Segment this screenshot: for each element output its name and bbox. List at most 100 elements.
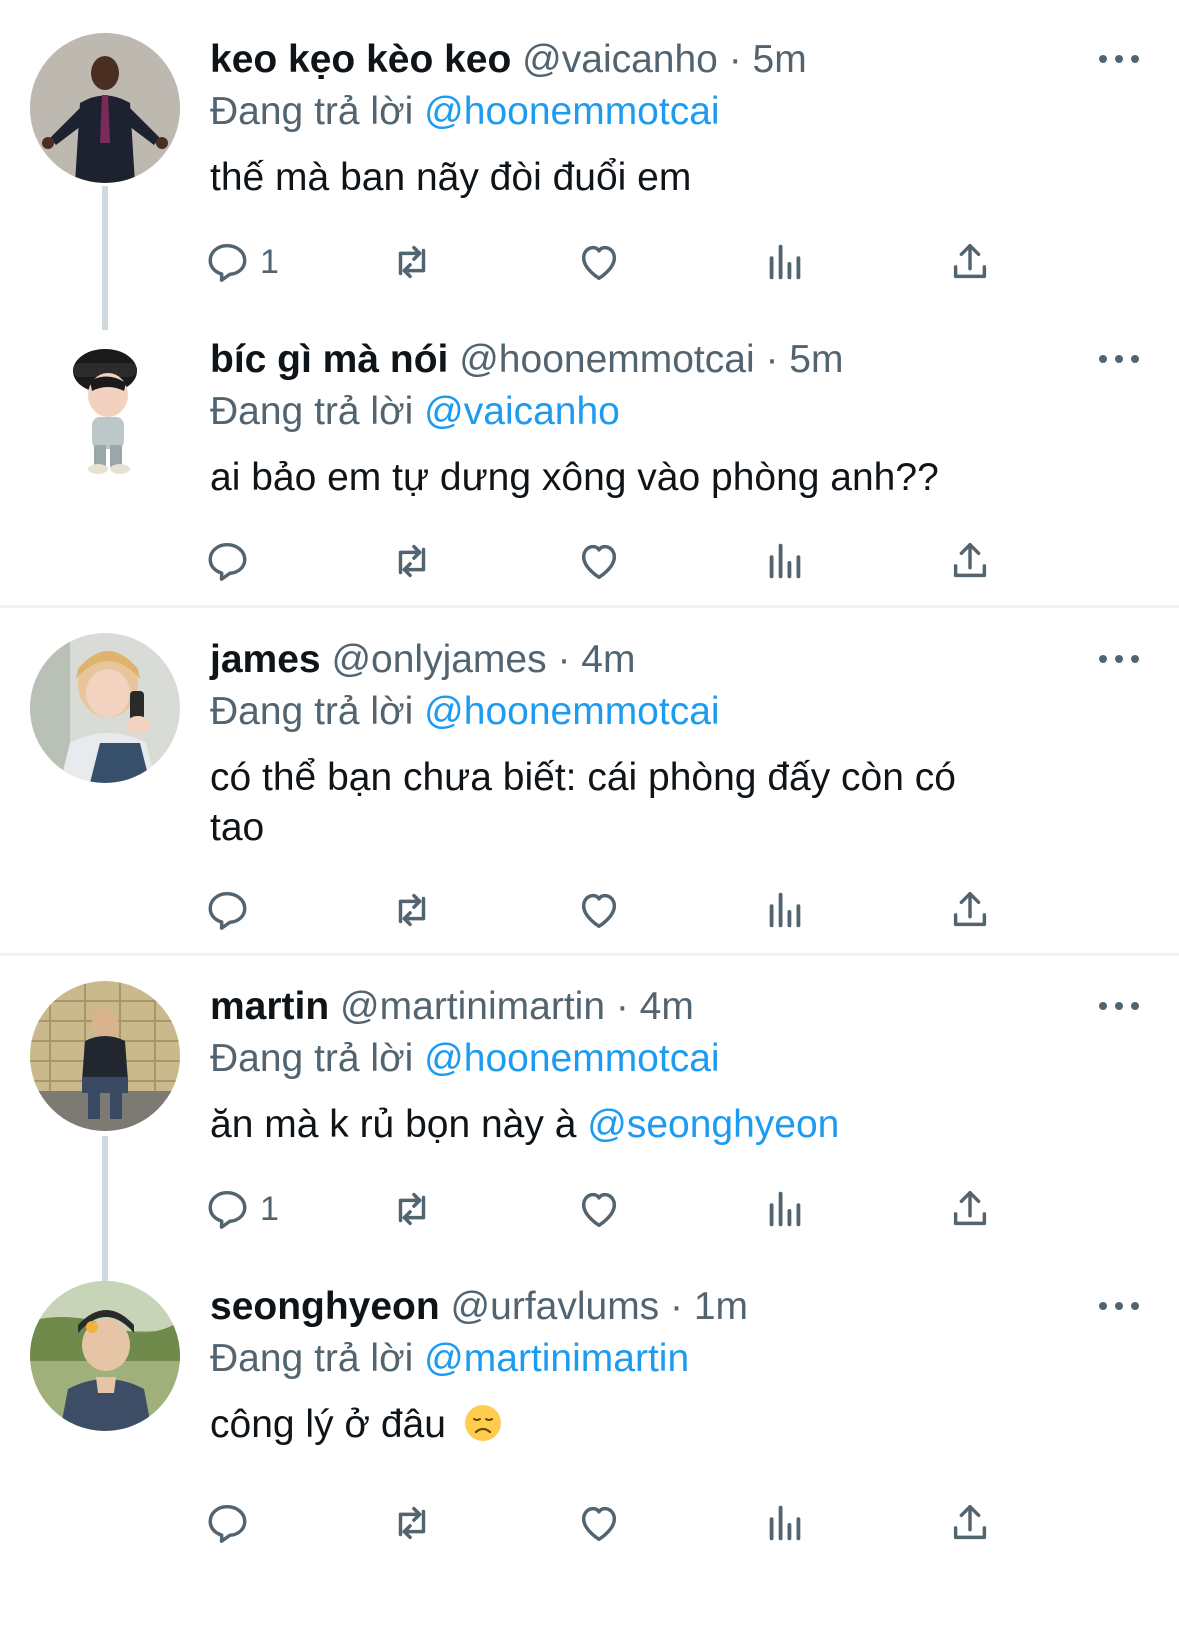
share-icon bbox=[947, 1186, 993, 1232]
display-name[interactable]: seonghyeon bbox=[210, 1285, 440, 1328]
share-icon bbox=[947, 239, 993, 285]
replying-to: Đang trả lời @hoonemmotcai bbox=[210, 687, 1139, 737]
share-button[interactable] bbox=[947, 1498, 993, 1548]
reply-button[interactable] bbox=[204, 1498, 260, 1548]
replying-to: Đang trả lời @martinimartin bbox=[210, 1334, 1139, 1384]
timestamp[interactable]: · 1m bbox=[670, 1285, 748, 1328]
tweet-text-mention[interactable]: @seonghyeon bbox=[587, 1103, 839, 1146]
views-button[interactable] bbox=[762, 1184, 808, 1234]
tweet-text-line: có thể bạn chưa biết: cái phòng đấy còn … bbox=[210, 756, 956, 799]
avatar[interactable] bbox=[30, 633, 180, 783]
views-icon bbox=[762, 239, 808, 285]
tweet-header: bíc gì mà nói @hoonemmotcai · 5m bbox=[210, 335, 1139, 385]
views-icon bbox=[762, 538, 808, 584]
more-icon[interactable] bbox=[1099, 353, 1139, 365]
like-button[interactable] bbox=[576, 885, 622, 935]
tweet-header: seonghyeon @urfavlums · 1m bbox=[210, 1282, 1139, 1332]
display-name[interactable]: bíc gì mà nói bbox=[210, 338, 448, 381]
reply-button[interactable]: 1 bbox=[204, 237, 279, 287]
replying-to-label: Đang trả lời bbox=[210, 690, 414, 733]
views-icon bbox=[762, 1500, 808, 1546]
replying-to: Đang trả lời @vaicanho bbox=[210, 387, 1139, 437]
like-button[interactable] bbox=[576, 1498, 622, 1548]
replying-to-mention[interactable]: @vaicanho bbox=[424, 390, 620, 433]
share-button[interactable] bbox=[947, 536, 993, 586]
disappointed-face-emoji bbox=[464, 1405, 501, 1441]
retweet-icon bbox=[389, 887, 435, 933]
tweet-text: công lý ở đâu bbox=[210, 1400, 1139, 1450]
like-button[interactable] bbox=[576, 1184, 622, 1234]
views-button[interactable] bbox=[762, 885, 808, 935]
tweet-2[interactable]: bíc gì mà nói @hoonemmotcai · 5m Đang tr… bbox=[0, 300, 1179, 605]
more-icon[interactable] bbox=[1099, 53, 1139, 65]
tweet-header: james @onlyjames · 4m bbox=[210, 635, 1139, 685]
replying-to-label: Đang trả lời bbox=[210, 1037, 414, 1080]
like-icon bbox=[576, 538, 622, 584]
action-bar bbox=[210, 536, 1010, 586]
reply-button[interactable] bbox=[204, 885, 260, 935]
reply-button[interactable] bbox=[204, 536, 260, 586]
display-name[interactable]: martin bbox=[210, 985, 329, 1028]
retweet-button[interactable] bbox=[389, 885, 435, 935]
display-name[interactable]: keo kẹo kèo keo bbox=[210, 38, 511, 81]
retweet-button[interactable] bbox=[389, 1498, 435, 1548]
handle[interactable]: @martinimartin bbox=[340, 985, 605, 1028]
tweet-text-body: ăn mà k rủ bọn này à bbox=[210, 1103, 577, 1146]
views-icon bbox=[762, 1186, 808, 1232]
reply-icon bbox=[204, 538, 250, 584]
replying-to-mention[interactable]: @hoonemmotcai bbox=[424, 1037, 719, 1080]
replying-to-mention[interactable]: @hoonemmotcai bbox=[424, 690, 719, 733]
replying-to-mention[interactable]: @martinimartin bbox=[424, 1337, 689, 1380]
tweet-text: thế mà ban nãy đòi đuổi em bbox=[210, 156, 692, 199]
tweet-text-body: công lý ở đâu bbox=[210, 1403, 446, 1446]
tweet-text: có thể bạn chưa biết: cái phòng đấy còn … bbox=[210, 753, 1139, 853]
replying-to-label: Đang trả lời bbox=[210, 390, 414, 433]
avatar[interactable] bbox=[30, 333, 180, 483]
timestamp[interactable]: · 4m bbox=[557, 638, 635, 681]
timestamp[interactable]: · 5m bbox=[729, 38, 807, 81]
views-button[interactable] bbox=[762, 237, 808, 287]
tweet-header: keo kẹo kèo keo @vaicanho · 5m bbox=[210, 35, 1139, 85]
share-icon bbox=[947, 887, 993, 933]
timestamp[interactable]: · 5m bbox=[765, 338, 843, 381]
more-icon[interactable] bbox=[1099, 653, 1139, 665]
like-icon bbox=[576, 239, 622, 285]
timestamp[interactable]: · 4m bbox=[616, 985, 694, 1028]
retweet-icon bbox=[389, 1500, 435, 1546]
tweet-1[interactable]: keo kẹo kèo keo @vaicanho · 5m Đang trả … bbox=[0, 0, 1179, 330]
tweet-3[interactable]: james @onlyjames · 4m Đang trả lời @hoon… bbox=[0, 608, 1179, 953]
avatar-image bbox=[30, 981, 180, 1131]
share-button[interactable] bbox=[947, 1184, 993, 1234]
views-button[interactable] bbox=[762, 1498, 808, 1548]
display-name[interactable]: james bbox=[210, 638, 321, 681]
handle[interactable]: @vaicanho bbox=[522, 38, 718, 81]
like-icon bbox=[576, 887, 622, 933]
replying-to-mention[interactable]: @hoonemmotcai bbox=[424, 90, 719, 133]
like-icon bbox=[576, 1186, 622, 1232]
more-icon[interactable] bbox=[1099, 1000, 1139, 1012]
handle[interactable]: @hoonemmotcai bbox=[459, 338, 754, 381]
share-button[interactable] bbox=[947, 885, 993, 935]
retweet-button[interactable] bbox=[389, 1184, 435, 1234]
reply-button[interactable]: 1 bbox=[204, 1184, 279, 1234]
share-icon bbox=[947, 538, 993, 584]
handle[interactable]: @urfavlums bbox=[451, 1285, 660, 1328]
retweet-icon bbox=[389, 538, 435, 584]
like-button[interactable] bbox=[576, 237, 622, 287]
avatar-image bbox=[30, 333, 180, 483]
avatar-image bbox=[30, 1281, 180, 1431]
more-icon[interactable] bbox=[1099, 1300, 1139, 1312]
views-button[interactable] bbox=[762, 536, 808, 586]
tweet-5[interactable]: seonghyeon @urfavlums · 1m Đang trả lời … bbox=[0, 1256, 1179, 1634]
like-button[interactable] bbox=[576, 536, 622, 586]
share-button[interactable] bbox=[947, 237, 993, 287]
avatar[interactable] bbox=[30, 1281, 180, 1431]
retweet-button[interactable] bbox=[389, 536, 435, 586]
tweet-4[interactable]: martin @martinimartin · 4m Đang trả lời … bbox=[0, 956, 1179, 1282]
avatar[interactable] bbox=[30, 33, 180, 183]
retweet-button[interactable] bbox=[389, 237, 435, 287]
handle[interactable]: @onlyjames bbox=[331, 638, 546, 681]
avatar[interactable] bbox=[30, 981, 180, 1131]
tweet-text-line: tao bbox=[210, 806, 265, 849]
tweet-header: martin @martinimartin · 4m bbox=[210, 982, 1139, 1032]
